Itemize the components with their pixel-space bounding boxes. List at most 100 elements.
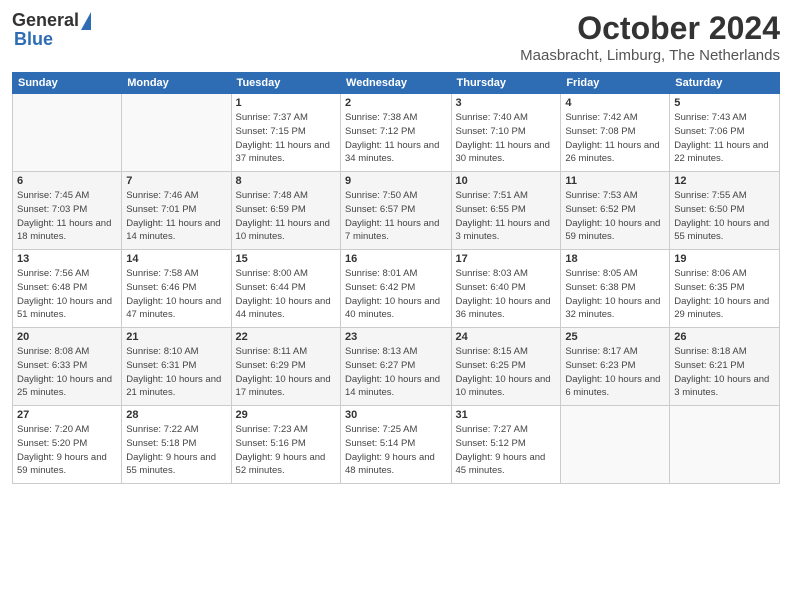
day-detail: Sunrise: 7:46 AM Sunset: 7:01 PM Dayligh… [126, 189, 226, 244]
day-detail: Sunrise: 7:50 AM Sunset: 6:57 PM Dayligh… [345, 189, 447, 244]
calendar-week-row: 20 Sunrise: 8:08 AM Sunset: 6:33 PM Dayli… [13, 328, 780, 406]
col-saturday: Saturday [670, 73, 780, 94]
day-number: 18 [565, 253, 665, 265]
day-detail: Sunrise: 7:53 AM Sunset: 6:52 PM Dayligh… [565, 189, 665, 244]
col-monday: Monday [122, 73, 231, 94]
day-number: 5 [674, 97, 775, 109]
col-wednesday: Wednesday [341, 73, 452, 94]
table-row: 14 Sunrise: 7:58 AM Sunset: 6:46 PM Dayli… [122, 250, 231, 328]
day-detail: Sunrise: 7:23 AM Sunset: 5:16 PM Dayligh… [236, 423, 336, 478]
day-number: 31 [456, 409, 557, 421]
table-row: 5 Sunrise: 7:43 AM Sunset: 7:06 PM Daylig… [670, 94, 780, 172]
page: General Blue October 2024 Maasbracht, Li… [0, 0, 792, 612]
day-number: 23 [345, 331, 447, 343]
table-row: 22 Sunrise: 8:11 AM Sunset: 6:29 PM Dayli… [231, 328, 340, 406]
day-number: 21 [126, 331, 226, 343]
table-row: 23Sunrise: 8:13 AM Sunset: 6:27 PM Dayli… [341, 328, 452, 406]
day-detail: Sunrise: 8:06 AM Sunset: 6:35 PM Dayligh… [674, 267, 775, 322]
day-detail: Sunrise: 8:00 AM Sunset: 6:44 PM Dayligh… [236, 267, 336, 322]
day-detail: Sunrise: 8:11 AM Sunset: 6:29 PM Dayligh… [236, 345, 336, 400]
table-row: 8 Sunrise: 7:48 AM Sunset: 6:59 PM Daylig… [231, 172, 340, 250]
day-detail: Sunrise: 7:42 AM Sunset: 7:08 PM Dayligh… [565, 111, 665, 166]
day-number: 19 [674, 253, 775, 265]
day-number: 20 [17, 331, 117, 343]
day-number: 17 [456, 253, 557, 265]
logo: General Blue [12, 10, 91, 50]
table-row: 18 Sunrise: 8:05 AM Sunset: 6:38 PM Dayli… [561, 250, 670, 328]
day-number: 9 [345, 175, 447, 187]
day-detail: Sunrise: 8:18 AM Sunset: 6:21 PM Dayligh… [674, 345, 775, 400]
day-detail: Sunrise: 7:43 AM Sunset: 7:06 PM Dayligh… [674, 111, 775, 166]
day-detail: Sunrise: 8:10 AM Sunset: 6:31 PM Dayligh… [126, 345, 226, 400]
day-number: 14 [126, 253, 226, 265]
day-detail: Sunrise: 7:51 AM Sunset: 6:55 PM Dayligh… [456, 189, 557, 244]
table-row: 30 Sunrise: 7:25 AM Sunset: 5:14 PM Dayli… [341, 406, 452, 484]
day-number: 8 [236, 175, 336, 187]
day-number: 24 [456, 331, 557, 343]
day-detail: Sunrise: 7:58 AM Sunset: 6:46 PM Dayligh… [126, 267, 226, 322]
table-row: 26 Sunrise: 8:18 AM Sunset: 6:21 PM Dayli… [670, 328, 780, 406]
day-number: 4 [565, 97, 665, 109]
day-number: 2 [345, 97, 447, 109]
day-detail: Sunrise: 8:08 AM Sunset: 6:33 PM Dayligh… [17, 345, 117, 400]
day-number: 7 [126, 175, 226, 187]
day-number: 30 [345, 409, 447, 421]
day-detail: Sunrise: 8:15 AM Sunset: 6:25 PM Dayligh… [456, 345, 557, 400]
col-friday: Friday [561, 73, 670, 94]
col-sunday: Sunday [13, 73, 122, 94]
day-detail: Sunrise: 7:25 AM Sunset: 5:14 PM Dayligh… [345, 423, 447, 478]
day-detail: Sunrise: 7:56 AM Sunset: 6:48 PM Dayligh… [17, 267, 117, 322]
day-detail: Sunrise: 7:55 AM Sunset: 6:50 PM Dayligh… [674, 189, 775, 244]
table-row: 4 Sunrise: 7:42 AM Sunset: 7:08 PM Daylig… [561, 94, 670, 172]
table-row: 11Sunrise: 7:53 AM Sunset: 6:52 PM Dayli… [561, 172, 670, 250]
day-number: 25 [565, 331, 665, 343]
day-number: 22 [236, 331, 336, 343]
table-row: 15Sunrise: 8:00 AM Sunset: 6:44 PM Dayli… [231, 250, 340, 328]
table-row: 27Sunrise: 7:20 AM Sunset: 5:20 PM Dayli… [13, 406, 122, 484]
col-tuesday: Tuesday [231, 73, 340, 94]
day-number: 26 [674, 331, 775, 343]
day-number: 10 [456, 175, 557, 187]
logo-blue-text: Blue [12, 29, 53, 50]
day-detail: Sunrise: 7:38 AM Sunset: 7:12 PM Dayligh… [345, 111, 447, 166]
day-detail: Sunrise: 7:45 AM Sunset: 7:03 PM Dayligh… [17, 189, 117, 244]
calendar-header-row: Sunday Monday Tuesday Wednesday Thursday… [13, 73, 780, 94]
table-row: 1Sunrise: 7:37 AM Sunset: 7:15 PM Daylig… [231, 94, 340, 172]
calendar-week-row: 27Sunrise: 7:20 AM Sunset: 5:20 PM Dayli… [13, 406, 780, 484]
table-row: 31Sunrise: 7:27 AM Sunset: 5:12 PM Dayli… [451, 406, 561, 484]
table-row: 24 Sunrise: 8:15 AM Sunset: 6:25 PM Dayli… [451, 328, 561, 406]
table-row: 3Sunrise: 7:40 AM Sunset: 7:10 PM Daylig… [451, 94, 561, 172]
table-row: 21 Sunrise: 8:10 AM Sunset: 6:31 PM Dayli… [122, 328, 231, 406]
day-number: 27 [17, 409, 117, 421]
col-thursday: Thursday [451, 73, 561, 94]
day-number: 29 [236, 409, 336, 421]
logo-general-text: General [12, 10, 79, 31]
calendar-week-row: 13 Sunrise: 7:56 AM Sunset: 6:48 PM Dayli… [13, 250, 780, 328]
day-detail: Sunrise: 7:37 AM Sunset: 7:15 PM Dayligh… [236, 111, 336, 166]
table-row [122, 94, 231, 172]
day-detail: Sunrise: 7:22 AM Sunset: 5:18 PM Dayligh… [126, 423, 226, 478]
logo-arrow-icon [81, 12, 91, 30]
table-row: 6 Sunrise: 7:45 AM Sunset: 7:03 PM Daylig… [13, 172, 122, 250]
day-number: 12 [674, 175, 775, 187]
day-detail: Sunrise: 8:01 AM Sunset: 6:42 PM Dayligh… [345, 267, 447, 322]
day-number: 6 [17, 175, 117, 187]
table-row: 16 Sunrise: 8:01 AM Sunset: 6:42 PM Dayli… [341, 250, 452, 328]
day-detail: Sunrise: 8:03 AM Sunset: 6:40 PM Dayligh… [456, 267, 557, 322]
table-row: 10 Sunrise: 7:51 AM Sunset: 6:55 PM Dayli… [451, 172, 561, 250]
header: General Blue October 2024 Maasbracht, Li… [12, 10, 780, 64]
table-row: 7 Sunrise: 7:46 AM Sunset: 7:01 PM Daylig… [122, 172, 231, 250]
day-number: 13 [17, 253, 117, 265]
table-row [13, 94, 122, 172]
table-row: 25Sunrise: 8:17 AM Sunset: 6:23 PM Dayli… [561, 328, 670, 406]
day-detail: Sunrise: 7:48 AM Sunset: 6:59 PM Dayligh… [236, 189, 336, 244]
day-number: 16 [345, 253, 447, 265]
calendar-table: Sunday Monday Tuesday Wednesday Thursday… [12, 72, 780, 484]
title-section: October 2024 Maasbracht, Limburg, The Ne… [520, 10, 780, 64]
table-row: 17 Sunrise: 8:03 AM Sunset: 6:40 PM Dayli… [451, 250, 561, 328]
calendar-week-row: 1Sunrise: 7:37 AM Sunset: 7:15 PM Daylig… [13, 94, 780, 172]
table-row: 19 Sunrise: 8:06 AM Sunset: 6:35 PM Dayli… [670, 250, 780, 328]
subtitle: Maasbracht, Limburg, The Netherlands [520, 47, 780, 64]
table-row: 2 Sunrise: 7:38 AM Sunset: 7:12 PM Daylig… [341, 94, 452, 172]
day-detail: Sunrise: 8:05 AM Sunset: 6:38 PM Dayligh… [565, 267, 665, 322]
